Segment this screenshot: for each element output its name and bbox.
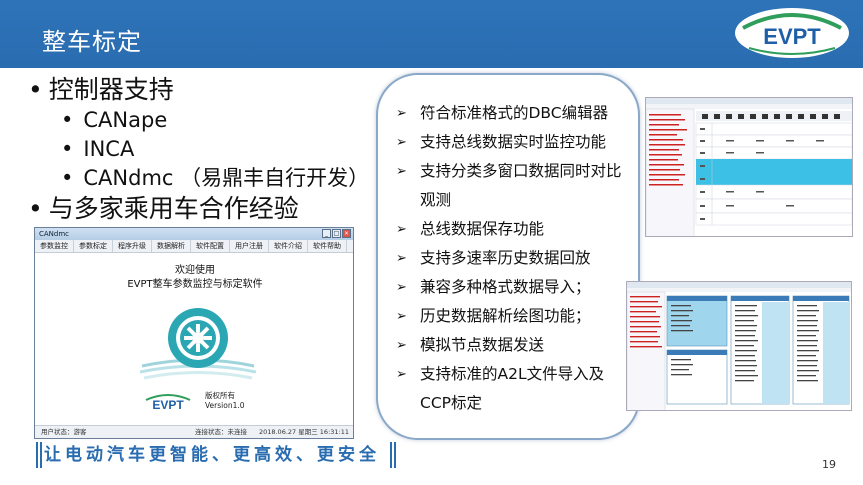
sub-bullet-inca: INCA xyxy=(28,135,378,164)
window-titlebar: CANdmc _ □ × xyxy=(35,228,353,240)
data-tables-screenshot xyxy=(626,281,852,411)
minimize-icon[interactable]: _ xyxy=(322,229,331,238)
welcome-line1: 欢迎使用 xyxy=(175,265,215,276)
bullet-list: 控制器支持 CANape INCA CANdmc （易鼎丰自行开发） 与多家乘用… xyxy=(28,74,378,225)
welcome-text: 欢迎使用 EVPT整车参数监控与标定软件 xyxy=(35,264,353,292)
slogan-bracket-left xyxy=(36,442,42,468)
menu-user-register[interactable]: 用户注册 xyxy=(230,240,269,252)
slogan: 让电动汽车更智能、更高效、更安全 xyxy=(44,445,380,465)
feature-list: 符合标准格式的DBC编辑器 支持总线数据实时监控功能 支持分类多窗口数据同时对比… xyxy=(392,99,632,418)
feature-item: 模拟节点数据发送 xyxy=(392,331,632,360)
menu-bar: 参数监控 参数标定 程序升级 数据解析 软件配置 用户注册 软件介绍 软件帮助 xyxy=(35,240,353,253)
version-label: Version1.0 xyxy=(205,401,245,410)
svg-text:EVPT: EVPT xyxy=(763,24,821,49)
evpt-logo: EVPT xyxy=(733,6,851,60)
feature-item: 兼容多种格式数据导入； xyxy=(392,273,632,302)
status-bar: 用户状态：游客 连接状态：未连接 2018.06.27 星期三 16:31:11 xyxy=(35,425,353,438)
menu-firmware-upgrade[interactable]: 程序升级 xyxy=(113,240,152,252)
window-title: CANdmc xyxy=(39,230,70,238)
feature-item: 符合标准格式的DBC编辑器 xyxy=(392,99,632,128)
menu-software-config[interactable]: 软件配置 xyxy=(191,240,230,252)
connection-status: 连接状态：未连接 xyxy=(195,428,247,436)
svg-text:EVPT: EVPT xyxy=(152,398,184,412)
slide-title: 整车标定 xyxy=(42,28,142,56)
slogan-bracket-right xyxy=(390,442,396,468)
monitor-screenshot xyxy=(645,97,853,237)
evpt-small-logo: EVPT xyxy=(142,392,194,418)
menu-data-parse[interactable]: 数据解析 xyxy=(152,240,191,252)
menu-param-monitor[interactable]: 参数监控 xyxy=(35,240,74,252)
sub-bullet-canape: CANape xyxy=(28,106,378,135)
menu-param-calibration[interactable]: 参数标定 xyxy=(74,240,113,252)
candmc-window: CANdmc _ □ × 参数监控 参数标定 程序升级 数据解析 软件配置 用户… xyxy=(34,227,354,439)
status-datetime: 2018.06.27 星期三 16:31:11 xyxy=(258,428,349,436)
page-number: 19 xyxy=(822,458,836,471)
bullet-cooperation: 与多家乘用车合作经验 xyxy=(28,193,378,225)
feature-item: 总线数据保存功能 xyxy=(392,215,632,244)
bullet-controller-support: 控制器支持 xyxy=(28,74,378,106)
feature-item: 支持总线数据实时监控功能 xyxy=(392,128,632,157)
close-icon[interactable]: × xyxy=(342,229,351,238)
menu-software-help[interactable]: 软件帮助 xyxy=(308,240,347,252)
sub-bullet-candmc: CANdmc （易鼎丰自行开发） xyxy=(28,164,378,193)
feature-item: 支持分类多窗口数据同时对比观测 xyxy=(392,157,632,215)
feature-item: 历史数据解析绘图功能； xyxy=(392,302,632,331)
title-bar: 整车标定 EVPT xyxy=(0,0,863,68)
copyright-info: 版权所有 Version1.0 xyxy=(205,391,245,411)
welcome-line2: EVPT整车参数监控与标定软件 xyxy=(127,279,263,290)
tire-icon xyxy=(138,304,258,384)
feature-item: 支持多速率历史数据回放 xyxy=(392,244,632,273)
maximize-icon[interactable]: □ xyxy=(332,229,341,238)
user-status: 用户状态：游客 xyxy=(41,428,87,436)
feature-item: 支持标准的A2L文件导入及CCP标定 xyxy=(392,360,632,418)
copyright-label: 版权所有 xyxy=(205,391,235,400)
menu-software-intro[interactable]: 软件介绍 xyxy=(269,240,308,252)
